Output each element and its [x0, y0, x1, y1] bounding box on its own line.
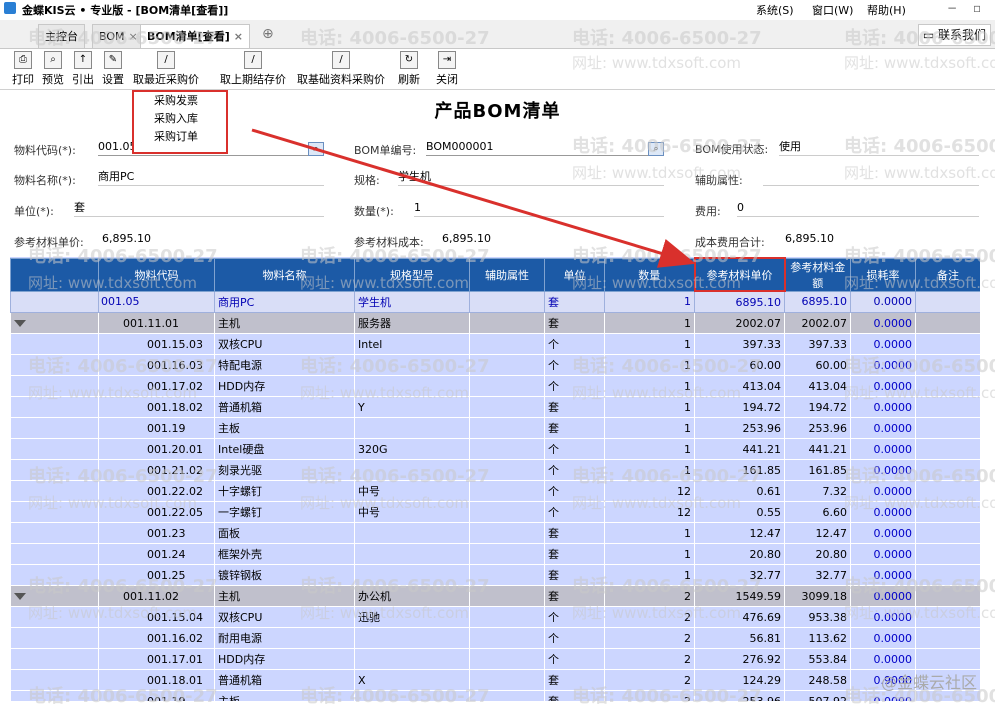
- arrow-line: [251, 128, 696, 268]
- community-watermark: @金蝶云社区: [880, 673, 977, 692]
- annotation-arrow: [251, 128, 696, 268]
